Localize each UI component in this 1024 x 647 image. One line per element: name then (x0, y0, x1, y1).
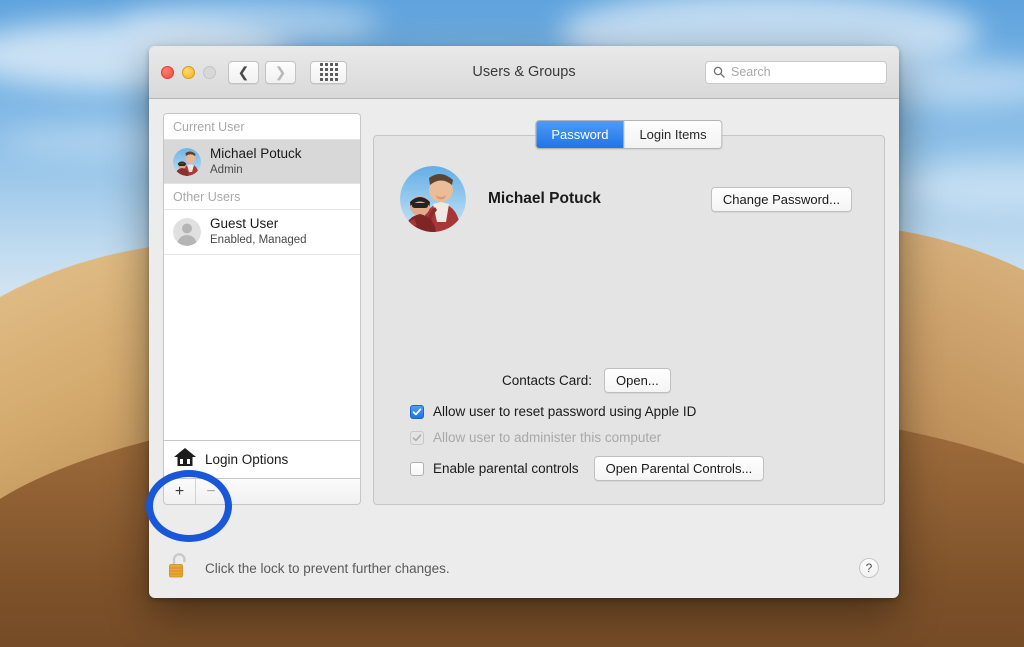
window-footer: Click the lock to prevent further change… (149, 538, 899, 598)
cloud (900, 160, 1024, 210)
traffic-lights (161, 66, 216, 79)
home-icon (173, 446, 197, 473)
show-all-button[interactable] (310, 61, 347, 84)
group-header-current-user: Current User (164, 114, 360, 140)
show-all-grid-icon (320, 63, 338, 81)
change-password-button[interactable]: Change Password... (711, 187, 852, 212)
help-button[interactable]: ? (859, 558, 879, 578)
open-contacts-card-button[interactable]: Open... (604, 368, 671, 393)
tab-login-items[interactable]: Login Items (623, 121, 721, 148)
window-titlebar[interactable]: ❮ ❯ Users & Groups (149, 46, 899, 99)
cloud (120, 0, 380, 48)
user-status: Enabled, Managed (210, 233, 307, 247)
pane-tabs: Password Login Items (535, 120, 722, 149)
group-header-other-users: Other Users (164, 184, 360, 210)
enable-parental-controls-row[interactable]: Enable parental controls Open Parental C… (396, 456, 862, 481)
checkbox-label: Enable parental controls (433, 461, 579, 476)
user-full-name: Michael Potuck (488, 190, 601, 208)
search-icon (713, 66, 725, 78)
avatar (173, 218, 201, 246)
checkbox-label: Allow user to administer this computer (433, 430, 661, 445)
sidebar-item-login-options[interactable]: Login Options (163, 440, 361, 478)
user-role: Admin (210, 163, 302, 177)
add-remove-user-buttons: + − (163, 478, 361, 505)
password-pane: Password Login Items (373, 135, 885, 505)
remove-user-button: − (195, 479, 226, 504)
back-button[interactable]: ❮ (228, 61, 259, 84)
users-sidebar: Current User (163, 113, 361, 505)
window-body: Current User (149, 99, 899, 538)
checkbox-enable-parental-controls[interactable] (410, 462, 424, 476)
contacts-card-row: Contacts Card: Open... (396, 368, 862, 393)
user-identity-row: Michael Potuck Change Password... (396, 160, 862, 232)
checkmark-icon (412, 407, 422, 417)
allow-administer-row: Allow user to administer this computer (396, 430, 862, 445)
add-user-button[interactable]: + (164, 479, 195, 504)
search-field[interactable] (705, 61, 887, 84)
checkbox-allow-reset-password[interactable] (410, 405, 424, 419)
desktop-wallpaper: ❮ ❯ Users & Groups (0, 0, 1024, 647)
unlocked-padlock-icon[interactable] (167, 551, 193, 586)
chevron-left-icon: ❮ (238, 65, 250, 79)
user-meta: Michael Potuck Admin (210, 146, 302, 177)
checkbox-allow-administer (410, 431, 424, 445)
search-input[interactable] (731, 65, 879, 79)
avatar[interactable] (400, 166, 466, 232)
open-parental-controls-button[interactable]: Open Parental Controls... (594, 456, 765, 481)
checkbox-label: Allow user to reset password using Apple… (433, 404, 696, 419)
chevron-right-icon: ❯ (275, 65, 287, 79)
tab-password[interactable]: Password (536, 121, 623, 148)
list-item-michael-potuck[interactable]: Michael Potuck Admin (164, 140, 360, 184)
contacts-card-label: Contacts Card: (502, 373, 592, 388)
checkmark-icon (412, 433, 422, 443)
zoom-button (203, 66, 216, 79)
list-item-guest-user[interactable]: Guest User Enabled, Managed (164, 210, 360, 254)
lock-status-text: Click the lock to prevent further change… (205, 561, 450, 576)
user-meta: Guest User Enabled, Managed (210, 216, 307, 247)
account-options: Contacts Card: Open... Allow user to res… (396, 368, 862, 481)
avatar (173, 148, 201, 176)
navigation-buttons: ❮ ❯ (228, 61, 296, 84)
allow-reset-password-row[interactable]: Allow user to reset password using Apple… (396, 404, 862, 419)
sidebar-item-label: Login Options (205, 452, 288, 467)
user-name: Michael Potuck (210, 146, 302, 163)
user-list: Current User (163, 113, 361, 440)
close-button[interactable] (161, 66, 174, 79)
users-and-groups-window: ❮ ❯ Users & Groups (149, 46, 899, 598)
user-name: Guest User (210, 216, 307, 233)
forward-button: ❯ (265, 61, 296, 84)
minimize-button[interactable] (182, 66, 195, 79)
